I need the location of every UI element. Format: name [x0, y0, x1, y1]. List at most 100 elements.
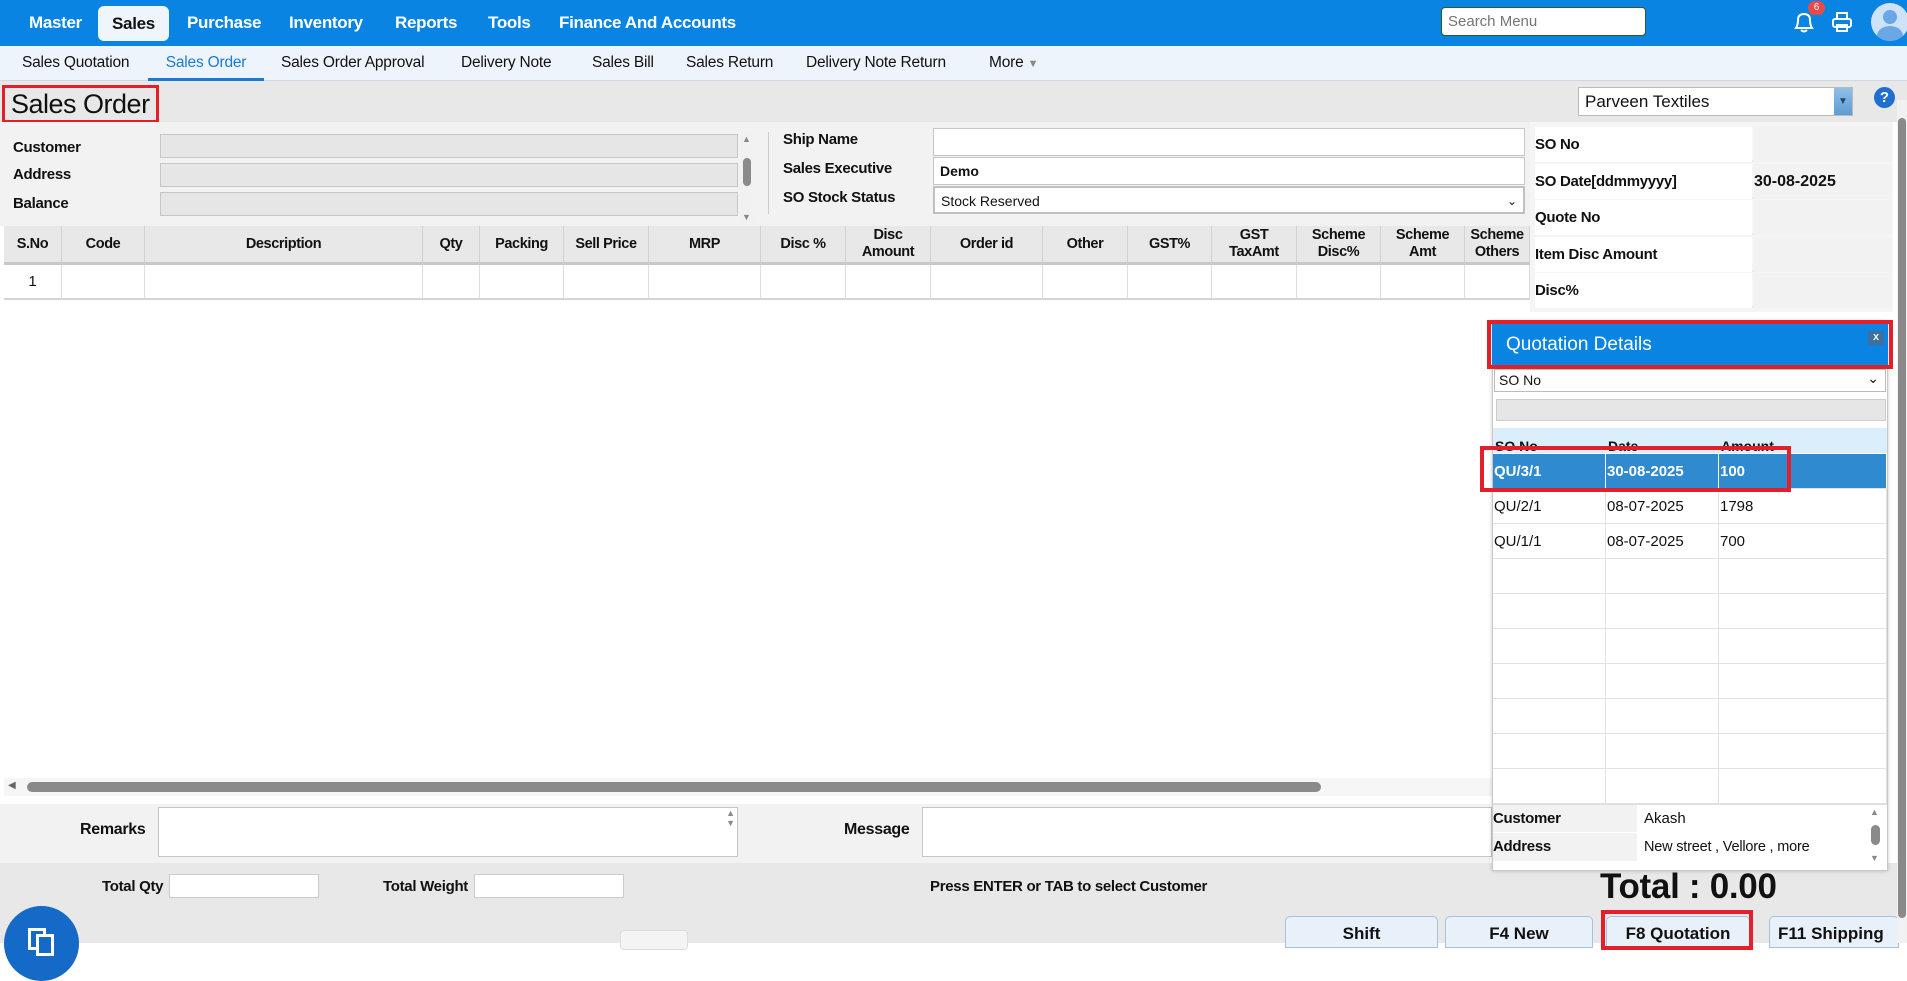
quotation-cell[interactable]: 700	[1719, 524, 1887, 559]
grid-cell[interactable]	[1297, 265, 1381, 300]
menu-purchase[interactable]: Purchase	[187, 0, 261, 46]
menu-sales[interactable]: Sales	[98, 6, 169, 41]
quotation-cell[interactable]	[1493, 769, 1606, 804]
tab-more[interactable]: More ▼	[989, 46, 1039, 81]
shipping-button[interactable]: F11 Shipping	[1769, 916, 1899, 948]
grid-cell[interactable]	[423, 265, 480, 300]
grid-header[interactable]: MRP	[649, 226, 761, 265]
search-menu-input[interactable]	[1441, 7, 1646, 36]
grid-cell[interactable]	[1043, 265, 1128, 300]
floating-action-button[interactable]	[4, 906, 79, 981]
grid-cell[interactable]	[846, 265, 931, 300]
menu-tools[interactable]: Tools	[488, 0, 531, 46]
new-button[interactable]: F4 New	[1445, 916, 1593, 948]
small-button[interactable]	[620, 930, 688, 950]
tab-delivery-note-return[interactable]: Delivery Note Return	[806, 46, 946, 81]
quotation-cell[interactable]	[1719, 629, 1887, 664]
info-scrollbar[interactable]: ▲ ▼	[1868, 807, 1882, 863]
grid-horizontal-scrollbar[interactable]: ◀	[4, 778, 1494, 796]
so-stock-status-select[interactable]: Stock Reserved ⌄	[933, 186, 1525, 214]
message-textarea[interactable]	[922, 807, 1492, 857]
quotation-cell[interactable]	[1493, 699, 1606, 734]
info-value[interactable]	[1754, 200, 1891, 235]
quotation-cell[interactable]: QU/1/1	[1493, 524, 1606, 559]
company-select[interactable]: Parveen Textiles ▼	[1578, 87, 1853, 116]
scroll-left-icon[interactable]: ◀	[8, 780, 16, 791]
tab-sales-bill[interactable]: Sales Bill	[592, 46, 654, 81]
quotation-cell[interactable]	[1719, 594, 1887, 629]
quotation-cell[interactable]	[1493, 664, 1606, 699]
grid-cell[interactable]	[145, 265, 423, 300]
quotation-cell[interactable]: QU/2/1	[1493, 489, 1606, 524]
quotation-button[interactable]: F8 Quotation	[1606, 916, 1750, 948]
tab-sales-order[interactable]: Sales Order	[148, 46, 264, 81]
quotation-cell[interactable]	[1606, 734, 1719, 769]
address-input[interactable]	[160, 163, 738, 187]
col-amount[interactable]: Amount	[1719, 428, 1887, 453]
grid-header[interactable]: Order id	[931, 226, 1043, 265]
quotation-cell[interactable]: 08-07-2025	[1606, 489, 1719, 524]
grid-header[interactable]: GST TaxAmt	[1212, 226, 1297, 265]
quotation-cell[interactable]: 08-07-2025	[1606, 524, 1719, 559]
grid-header[interactable]: Disc %	[761, 226, 846, 265]
quotation-cell[interactable]	[1719, 559, 1887, 594]
filter-search-input[interactable]	[1496, 399, 1886, 421]
quotation-cell[interactable]: QU/3/1	[1493, 454, 1606, 489]
quotation-cell[interactable]	[1493, 734, 1606, 769]
col-so-no[interactable]: SO No	[1493, 428, 1606, 453]
quotation-cell[interactable]	[1606, 664, 1719, 699]
grid-header[interactable]: Scheme Disc%	[1297, 226, 1381, 265]
filter-select[interactable]: SO No ⌄	[1494, 369, 1886, 392]
close-icon[interactable]: x	[1868, 331, 1884, 345]
quotation-cell[interactable]: 1798	[1719, 489, 1887, 524]
quotation-cell[interactable]	[1606, 594, 1719, 629]
grid-cell[interactable]	[1212, 265, 1297, 300]
shift-button[interactable]: Shift	[1285, 916, 1438, 948]
info-value[interactable]: 30-08-2025	[1754, 163, 1891, 199]
grid-header[interactable]: Qty	[423, 226, 480, 265]
grid-header[interactable]: Packing	[480, 226, 564, 265]
quotation-cell[interactable]	[1719, 664, 1887, 699]
grid-cell[interactable]	[761, 265, 846, 300]
tab-delivery-note[interactable]: Delivery Note	[461, 46, 552, 81]
grid-cell[interactable]	[1381, 265, 1465, 300]
customer-scrollbar[interactable]: ▲ ▼	[740, 134, 754, 222]
grid-header[interactable]: S.No	[4, 226, 62, 265]
grid-header[interactable]: Scheme Amt	[1381, 226, 1465, 265]
tab-sales-order-approval[interactable]: Sales Order Approval	[281, 46, 425, 81]
grid-header[interactable]: Scheme Others	[1465, 226, 1530, 265]
sales-executive-input[interactable]: Demo	[933, 157, 1525, 185]
menu-reports[interactable]: Reports	[395, 0, 457, 46]
quotation-cell[interactable]	[1719, 734, 1887, 769]
remarks-textarea[interactable]: ▲ ▼	[158, 807, 738, 857]
grid-header[interactable]: Description	[145, 226, 423, 265]
help-icon[interactable]: ?	[1874, 87, 1895, 108]
menu-finance[interactable]: Finance And Accounts	[559, 0, 736, 46]
grid-cell[interactable]	[480, 265, 564, 300]
balance-input[interactable]	[160, 192, 738, 216]
page-scrollbar[interactable]	[1897, 100, 1907, 943]
grid-cell[interactable]: 1	[4, 265, 62, 300]
grid-cell[interactable]	[649, 265, 761, 300]
quotation-cell[interactable]	[1493, 594, 1606, 629]
quotation-cell[interactable]	[1606, 769, 1719, 804]
grid-cell[interactable]	[564, 265, 649, 300]
tab-sales-quotation[interactable]: Sales Quotation	[22, 46, 129, 81]
grid-header[interactable]: GST%	[1128, 226, 1212, 265]
quotation-cell[interactable]	[1606, 699, 1719, 734]
col-date[interactable]: Date	[1606, 428, 1719, 453]
quotation-cell[interactable]: 100	[1719, 454, 1887, 489]
ship-name-input[interactable]	[933, 128, 1525, 156]
tab-sales-return[interactable]: Sales Return	[686, 46, 773, 81]
grid-header[interactable]: Sell Price	[564, 226, 649, 265]
quotation-cell[interactable]	[1719, 699, 1887, 734]
grid-header[interactable]: Disc Amount	[846, 226, 931, 265]
total-weight-input[interactable]	[474, 874, 624, 898]
total-qty-input[interactable]	[169, 874, 319, 898]
grid-cell[interactable]	[1465, 265, 1530, 300]
printer-icon[interactable]	[1831, 11, 1853, 33]
quotation-cell[interactable]	[1719, 769, 1887, 804]
info-value[interactable]	[1754, 236, 1891, 272]
quotation-cell[interactable]	[1606, 629, 1719, 664]
grid-cell[interactable]	[62, 265, 145, 300]
